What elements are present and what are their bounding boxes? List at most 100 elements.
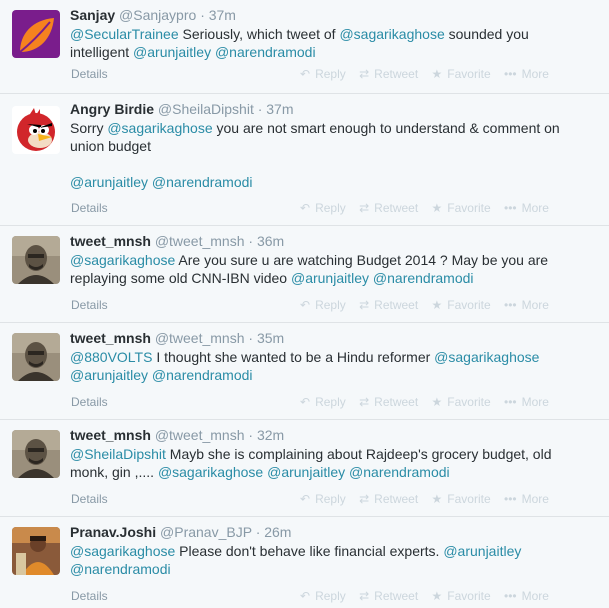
retweet-icon: ⇄ bbox=[359, 589, 370, 603]
mention-link[interactable]: @narendramodi bbox=[152, 367, 253, 383]
more-button[interactable]: ••• More bbox=[504, 200, 549, 216]
retweet-label: Retweet bbox=[374, 298, 419, 312]
details-link[interactable]: Details bbox=[71, 491, 108, 507]
mention-link[interactable]: @arunjaitley bbox=[267, 464, 345, 480]
fullname[interactable]: Sanjay bbox=[70, 7, 115, 23]
avatar[interactable] bbox=[12, 236, 60, 284]
more-button[interactable]: ••• More bbox=[504, 66, 549, 82]
star-icon: ★ bbox=[431, 67, 443, 81]
more-icon: ••• bbox=[504, 67, 517, 81]
username[interactable]: @tweet_mnsh bbox=[155, 427, 245, 443]
reply-button[interactable]: ↶ Reply bbox=[300, 394, 346, 410]
details-link[interactable]: Details bbox=[71, 588, 108, 604]
details-link[interactable]: Details bbox=[71, 66, 108, 82]
mention-link[interactable]: @arunjaitley bbox=[291, 270, 369, 286]
mention-link[interactable]: @arunjaitley bbox=[70, 367, 148, 383]
reply-icon: ↶ bbox=[300, 492, 311, 506]
username[interactable]: @tweet_mnsh bbox=[155, 330, 245, 346]
tweet-item[interactable]: Angry Birdie @SheilaDipshit · 37m Sorry … bbox=[0, 94, 609, 226]
retweet-button[interactable]: ⇄ Retweet bbox=[359, 588, 418, 604]
avatar[interactable] bbox=[12, 527, 60, 575]
favorite-button[interactable]: ★ Favorite bbox=[432, 66, 491, 82]
mention-link[interactable]: @arunjaitley bbox=[443, 543, 521, 559]
mention-link[interactable]: @sagarikaghose bbox=[158, 464, 263, 480]
details-link[interactable]: Details bbox=[71, 394, 108, 410]
retweet-button[interactable]: ⇄ Retweet bbox=[359, 66, 418, 82]
mention-link[interactable]: @arunjaitley bbox=[70, 174, 148, 190]
favorite-label: Favorite bbox=[447, 492, 491, 506]
tweet-item[interactable]: Sanjay @Sanjaypro · 37m @SecularTrainee … bbox=[0, 0, 609, 94]
fullname[interactable]: tweet_mnsh bbox=[70, 330, 151, 346]
more-button[interactable]: ••• More bbox=[504, 491, 549, 507]
tweet-item[interactable]: Pranav.Joshi @Pranav_BJP · 26m @sagarika… bbox=[0, 517, 609, 608]
username[interactable]: @Pranav_BJP bbox=[160, 524, 252, 540]
more-label: More bbox=[521, 395, 549, 409]
mention-link[interactable]: @880VOLTS bbox=[70, 349, 152, 365]
favorite-button[interactable]: ★ Favorite bbox=[432, 588, 491, 604]
tweet-footer: Details ↶ Reply ⇄ Retweet ★ Favorite ••• Mor… bbox=[70, 394, 609, 410]
tweet-actions: ↶ Reply ⇄ Retweet ★ Favorite ••• More bbox=[300, 491, 559, 507]
favorite-label: Favorite bbox=[447, 201, 491, 215]
mention-link[interactable]: @SheilaDipshit bbox=[70, 446, 166, 462]
details-link[interactable]: Details bbox=[71, 297, 108, 313]
avatar[interactable] bbox=[12, 10, 60, 58]
tweet-text-segment: I thought she wanted to be a Hindu refor… bbox=[152, 349, 435, 365]
tweet-item[interactable]: tweet_mnsh @tweet_mnsh · 35m @880VOLTS I… bbox=[0, 323, 609, 420]
username[interactable]: @Sanjaypro bbox=[119, 7, 196, 23]
reply-button[interactable]: ↶ Reply bbox=[300, 297, 346, 313]
more-button[interactable]: ••• More bbox=[504, 297, 549, 313]
favorite-button[interactable]: ★ Favorite bbox=[432, 297, 491, 313]
mention-link[interactable]: @narendramodi bbox=[70, 561, 171, 577]
mention-link[interactable]: @narendramodi bbox=[215, 44, 316, 60]
username[interactable]: @tweet_mnsh bbox=[155, 233, 245, 249]
avatar[interactable] bbox=[12, 333, 60, 381]
reply-label: Reply bbox=[315, 492, 346, 506]
avatar[interactable] bbox=[12, 430, 60, 478]
reply-button[interactable]: ↶ Reply bbox=[300, 66, 346, 82]
mention-link[interactable]: @sagarikaghose bbox=[339, 26, 444, 42]
more-icon: ••• bbox=[504, 589, 517, 603]
mention-link[interactable]: @narendramodi bbox=[349, 464, 450, 480]
mention-link[interactable]: @arunjaitley bbox=[133, 44, 211, 60]
favorite-button[interactable]: ★ Favorite bbox=[432, 394, 491, 410]
tweet-text: @sagarikaghose Please don't behave like … bbox=[70, 542, 590, 578]
fullname[interactable]: tweet_mnsh bbox=[70, 427, 151, 443]
more-icon: ••• bbox=[504, 201, 517, 215]
mention-link[interactable]: @sagarikaghose bbox=[107, 120, 212, 136]
username[interactable]: @SheilaDipshit bbox=[158, 101, 254, 117]
retweet-button[interactable]: ⇄ Retweet bbox=[359, 394, 418, 410]
reply-button[interactable]: ↶ Reply bbox=[300, 200, 346, 216]
fullname[interactable]: tweet_mnsh bbox=[70, 233, 151, 249]
tweet-item[interactable]: tweet_mnsh @tweet_mnsh · 36m @sagarikagh… bbox=[0, 226, 609, 323]
more-button[interactable]: ••• More bbox=[504, 394, 549, 410]
favorite-button[interactable]: ★ Favorite bbox=[432, 200, 491, 216]
mention-link[interactable]: @sagarikaghose bbox=[70, 252, 175, 268]
timestamp[interactable]: · 32m bbox=[248, 427, 284, 443]
retweet-button[interactable]: ⇄ Retweet bbox=[359, 491, 418, 507]
reply-button[interactable]: ↶ Reply bbox=[300, 588, 346, 604]
avatar[interactable] bbox=[12, 106, 60, 154]
timestamp[interactable]: · 35m bbox=[248, 330, 284, 346]
more-button[interactable]: ••• More bbox=[504, 588, 549, 604]
timestamp[interactable]: · 37m bbox=[200, 7, 236, 23]
mention-link[interactable]: @sagarikaghose bbox=[70, 543, 175, 559]
tweet-item[interactable]: tweet_mnsh @tweet_mnsh · 32m @SheilaDips… bbox=[0, 420, 609, 517]
mention-link[interactable]: @SecularTrainee bbox=[70, 26, 179, 42]
timestamp[interactable]: · 37m bbox=[258, 101, 294, 117]
details-link[interactable]: Details bbox=[71, 200, 108, 216]
mention-link[interactable]: @narendramodi bbox=[373, 270, 474, 286]
reply-button[interactable]: ↶ Reply bbox=[300, 491, 346, 507]
more-icon: ••• bbox=[504, 492, 517, 506]
timestamp[interactable]: · 36m bbox=[248, 233, 284, 249]
mention-link[interactable]: @narendramodi bbox=[152, 174, 253, 190]
mention-link[interactable]: @sagarikaghose bbox=[434, 349, 539, 365]
retweet-button[interactable]: ⇄ Retweet bbox=[359, 297, 418, 313]
reply-icon: ↶ bbox=[300, 201, 311, 215]
fullname[interactable]: Angry Birdie bbox=[70, 101, 154, 117]
fullname[interactable]: Pranav.Joshi bbox=[70, 524, 156, 540]
favorite-button[interactable]: ★ Favorite bbox=[432, 491, 491, 507]
tweet-text-segment: Please don't behave like financial exper… bbox=[175, 543, 444, 559]
timestamp[interactable]: · 26m bbox=[256, 524, 292, 540]
sepia-portrait-icon bbox=[12, 236, 60, 284]
retweet-button[interactable]: ⇄ Retweet bbox=[359, 200, 418, 216]
